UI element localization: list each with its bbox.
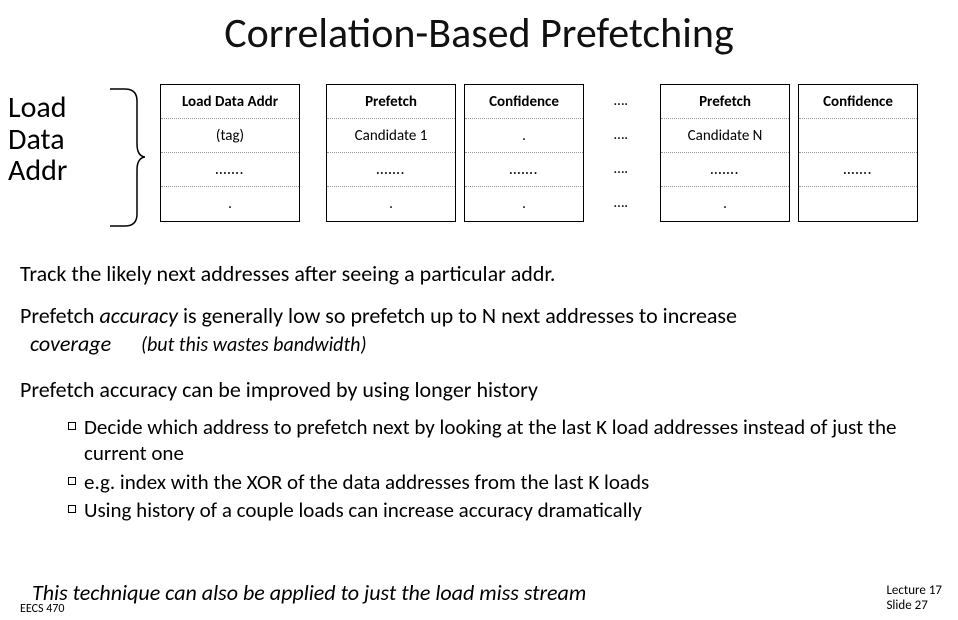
bullet-text: Decide which address to prefetch next by… [84,414,938,467]
gap-cell: …. [596,186,646,220]
footer-slide-number: Lecture 17 Slide 27 [886,584,942,614]
col-cell: Candidate N [661,119,789,153]
footer-line: Lecture 17 [886,584,942,599]
col-cell: . [161,187,299,221]
col-cell: ……. [327,153,455,187]
bullet-list: Decide which address to prefetch next by… [68,414,938,525]
square-bullet-icon [68,505,76,513]
side-label-line: Addr [8,155,67,187]
col-header: Prefetch [661,85,789,119]
col-cell: . [465,187,583,221]
col-cell [799,187,917,221]
bullet-text: e.g. index with the XOR of the data addr… [84,469,649,495]
col-cell: ……. [161,153,299,187]
gap-cell: …. [596,152,646,186]
table-gap: …. …. …. …. [596,84,646,220]
col-cell: (tag) [161,119,299,153]
side-label-line: Data [8,124,67,156]
closing-note: This technique can also be applied to ju… [32,579,586,606]
col-cell: Candidate 1 [327,119,455,153]
bullet-item: e.g. index with the XOR of the data addr… [68,469,938,495]
col-header: Confidence [465,85,583,119]
text: Prefetch [20,302,99,329]
paren-note: (but this wastes bandwidth) [141,333,367,357]
table-column-prefetchN: Prefetch Candidate N ……. . [660,84,790,222]
col-cell [799,119,917,153]
table-column-tag: Load Data Addr (tag) ……. . [160,84,300,222]
text: is generally low so prefetch up to N nex… [178,302,737,329]
col-header: Prefetch [327,85,455,119]
bullet-text: Using history of a couple loads can incr… [84,497,642,523]
square-bullet-icon [68,422,76,430]
col-header: Confidence [799,85,917,119]
em-text: coverage [30,330,111,357]
col-cell: . [327,187,455,221]
col-cell: ……. [799,153,917,187]
gap-cell: …. [596,118,646,152]
em-text: accuracy [99,302,178,329]
col-cell: . [465,119,583,153]
diagram: Load Data Addr Load Data Addr (tag) ……. … [0,86,958,246]
gap-cell: …. [596,84,646,118]
bullet-item: Using history of a couple loads can incr… [68,497,938,523]
side-label: Load Data Addr [8,92,67,187]
paragraph-3: Prefetch accuracy can be improved by usi… [20,376,938,404]
bracket-icon [105,86,145,229]
table-column-confidence1: Confidence . ……. . [464,84,584,222]
paragraph-1: Track the likely next addresses after se… [20,260,938,288]
square-bullet-icon [68,477,76,485]
col-header: Load Data Addr [161,85,299,119]
paragraph-2: Prefetch accuracy is generally low so pr… [20,302,938,358]
col-cell: ……. [661,153,789,187]
side-label-line: Load [8,92,67,124]
col-cell: . [661,187,789,221]
table-column-confidenceN: Confidence ……. [798,84,918,222]
footer-course: EECS 470 [20,602,64,616]
table-column-prefetch1: Prefetch Candidate 1 ……. . [326,84,456,222]
bullet-item: Decide which address to prefetch next by… [68,414,938,467]
col-cell: ……. [465,153,583,187]
slide-title: Correlation-Based Prefetching [0,8,958,59]
